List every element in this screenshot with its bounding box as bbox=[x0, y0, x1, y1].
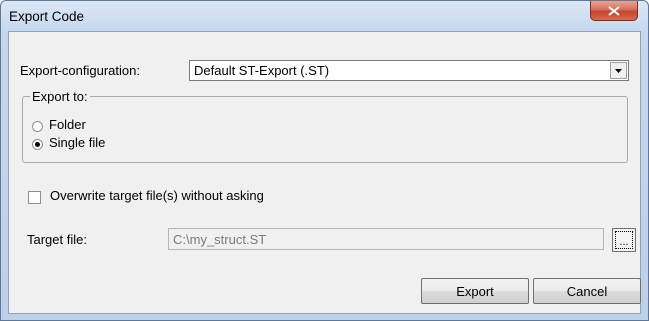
window-title: Export Code bbox=[9, 9, 85, 24]
export-configuration-select[interactable]: Default ST-Export (.ST) bbox=[189, 60, 629, 81]
dialog-body: Export-configuration: Default ST-Export … bbox=[8, 31, 641, 314]
chevron-down-icon bbox=[615, 68, 622, 73]
overwrite-checkbox[interactable] bbox=[28, 191, 41, 204]
single-file-label[interactable]: Single file bbox=[49, 135, 105, 150]
cancel-button[interactable]: Cancel bbox=[533, 278, 641, 304]
browse-button[interactable]: ... bbox=[612, 228, 636, 252]
browse-ellipsis: ... bbox=[615, 231, 633, 249]
overwrite-label[interactable]: Overwrite target file(s) without asking bbox=[50, 188, 264, 203]
cancel-button-label: Cancel bbox=[566, 283, 608, 299]
close-icon bbox=[608, 5, 620, 16]
export-button-label: Export bbox=[456, 283, 494, 299]
folder-radio[interactable] bbox=[32, 121, 43, 132]
export-to-group: Export to: Folder Single file bbox=[22, 89, 628, 163]
close-button[interactable] bbox=[590, 1, 638, 21]
folder-label[interactable]: Folder bbox=[49, 117, 86, 132]
target-file-label: Target file: bbox=[27, 232, 87, 247]
dropdown-button[interactable] bbox=[610, 62, 627, 79]
export-button[interactable]: Export bbox=[421, 278, 529, 304]
title-bar[interactable]: Export Code bbox=[1, 1, 648, 31]
radio-selected-dot bbox=[35, 142, 40, 147]
export-code-dialog: Export Code Export-configuration: Defaul… bbox=[0, 0, 649, 321]
export-to-legend: Export to: bbox=[30, 89, 90, 104]
target-file-value: C:\my_struct.ST bbox=[173, 232, 267, 247]
target-file-input[interactable]: C:\my_struct.ST bbox=[168, 228, 604, 250]
export-configuration-label: Export-configuration: bbox=[20, 63, 140, 78]
export-configuration-value: Default ST-Export (.ST) bbox=[194, 63, 330, 78]
single-file-radio[interactable] bbox=[32, 139, 43, 150]
